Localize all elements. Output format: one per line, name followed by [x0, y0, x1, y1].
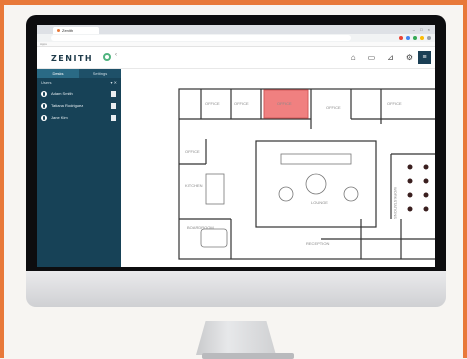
- room-label: OFFICE: [387, 101, 402, 106]
- layers-icon[interactable]: ▭: [368, 53, 376, 62]
- room-label: RECEPTION: [306, 241, 329, 246]
- room-label: OFFICE: [234, 101, 249, 106]
- monitor-chin: [26, 271, 446, 307]
- settings-icon[interactable]: ⚙: [406, 53, 413, 62]
- sidebar-item-label: Adam Smith: [51, 91, 73, 96]
- section-label: Users: [41, 80, 52, 85]
- tab-desks[interactable]: Desks: [37, 69, 79, 78]
- sidebar: Desks Settings Users ▾ ✕ Adam Smith Tati…: [37, 69, 121, 267]
- room-label: OFFICE: [185, 149, 200, 154]
- filter-icon[interactable]: ⊿: [387, 53, 394, 62]
- document-icon[interactable]: [111, 103, 116, 109]
- address-bar: [37, 34, 435, 42]
- document-icon[interactable]: [111, 91, 116, 97]
- app-header: ZENITH ‹ ⌂ ▭ ⊿ ⚙ ≡: [37, 48, 435, 69]
- window-controls[interactable]: – □ ×: [413, 27, 432, 32]
- browser-tab-title: Zenith: [62, 28, 74, 33]
- url-input[interactable]: [51, 35, 351, 41]
- sidebar-item-label: Tatiana Rodriguez: [51, 103, 84, 108]
- extension-icon[interactable]: [413, 36, 417, 40]
- room-label: LOUNGE: [311, 200, 328, 205]
- bookmarks-bar[interactable]: Apps: [37, 42, 435, 47]
- monitor-foot: [202, 353, 294, 359]
- browser-tab-bar: Zenith – □ ×: [37, 25, 435, 34]
- sidebar-item-user[interactable]: Jane Kim: [37, 112, 121, 124]
- avatar-icon: [41, 103, 47, 109]
- sidebar-item-user[interactable]: Tatiana Rodriguez: [37, 100, 121, 112]
- sidebar-item-user[interactable]: Adam Smith: [37, 88, 121, 100]
- section-controls-icon[interactable]: ▾ ✕: [111, 78, 117, 88]
- extension-icons: [399, 36, 431, 40]
- profile-icon[interactable]: [427, 36, 431, 40]
- sidebar-item-label: Jane Kim: [51, 115, 68, 120]
- avatar-icon: [41, 91, 47, 97]
- avatar-icon: [41, 115, 47, 121]
- sidebar-tabs: Desks Settings: [37, 69, 121, 78]
- sidebar-section-header: Users ▾ ✕: [37, 78, 121, 88]
- collapse-sidebar-icon[interactable]: ‹: [115, 52, 117, 58]
- browser-tab[interactable]: Zenith: [53, 27, 99, 34]
- monitor: Zenith – □ × Apps ZENITH ‹ ⌂ ▭ ⊿ ⚙ ≡ Des…: [26, 15, 446, 359]
- room-label: OFFICE: [326, 105, 341, 110]
- header-icons: ⌂ ▭ ⊿ ⚙: [351, 53, 413, 62]
- extension-icon[interactable]: [420, 36, 424, 40]
- room-label: WORKSTATIONS: [393, 187, 398, 219]
- floor-plan-drawing: OFFICE OFFICE OFFICE OFFICE OFFICE OFFIC…: [178, 88, 435, 260]
- menu-button[interactable]: ≡: [418, 51, 431, 64]
- brand-ring-icon: [103, 53, 111, 61]
- floor-plan[interactable]: OFFICE OFFICE OFFICE OFFICE OFFICE OFFIC…: [121, 69, 435, 267]
- screen: Zenith – □ × Apps ZENITH ‹ ⌂ ▭ ⊿ ⚙ ≡ Des…: [37, 25, 435, 267]
- room-label: OFFICE: [277, 101, 292, 106]
- extension-icon[interactable]: [406, 36, 410, 40]
- extension-icon[interactable]: [399, 36, 403, 40]
- tab-settings[interactable]: Settings: [79, 69, 121, 78]
- document-icon[interactable]: [111, 115, 116, 121]
- monitor-stand: [196, 321, 276, 355]
- room-label: KITCHEN: [185, 183, 203, 188]
- room-label: OFFICE: [205, 101, 220, 106]
- favicon-icon: [57, 29, 60, 33]
- app-logo[interactable]: ZENITH: [51, 54, 93, 63]
- home-icon[interactable]: ⌂: [351, 53, 356, 62]
